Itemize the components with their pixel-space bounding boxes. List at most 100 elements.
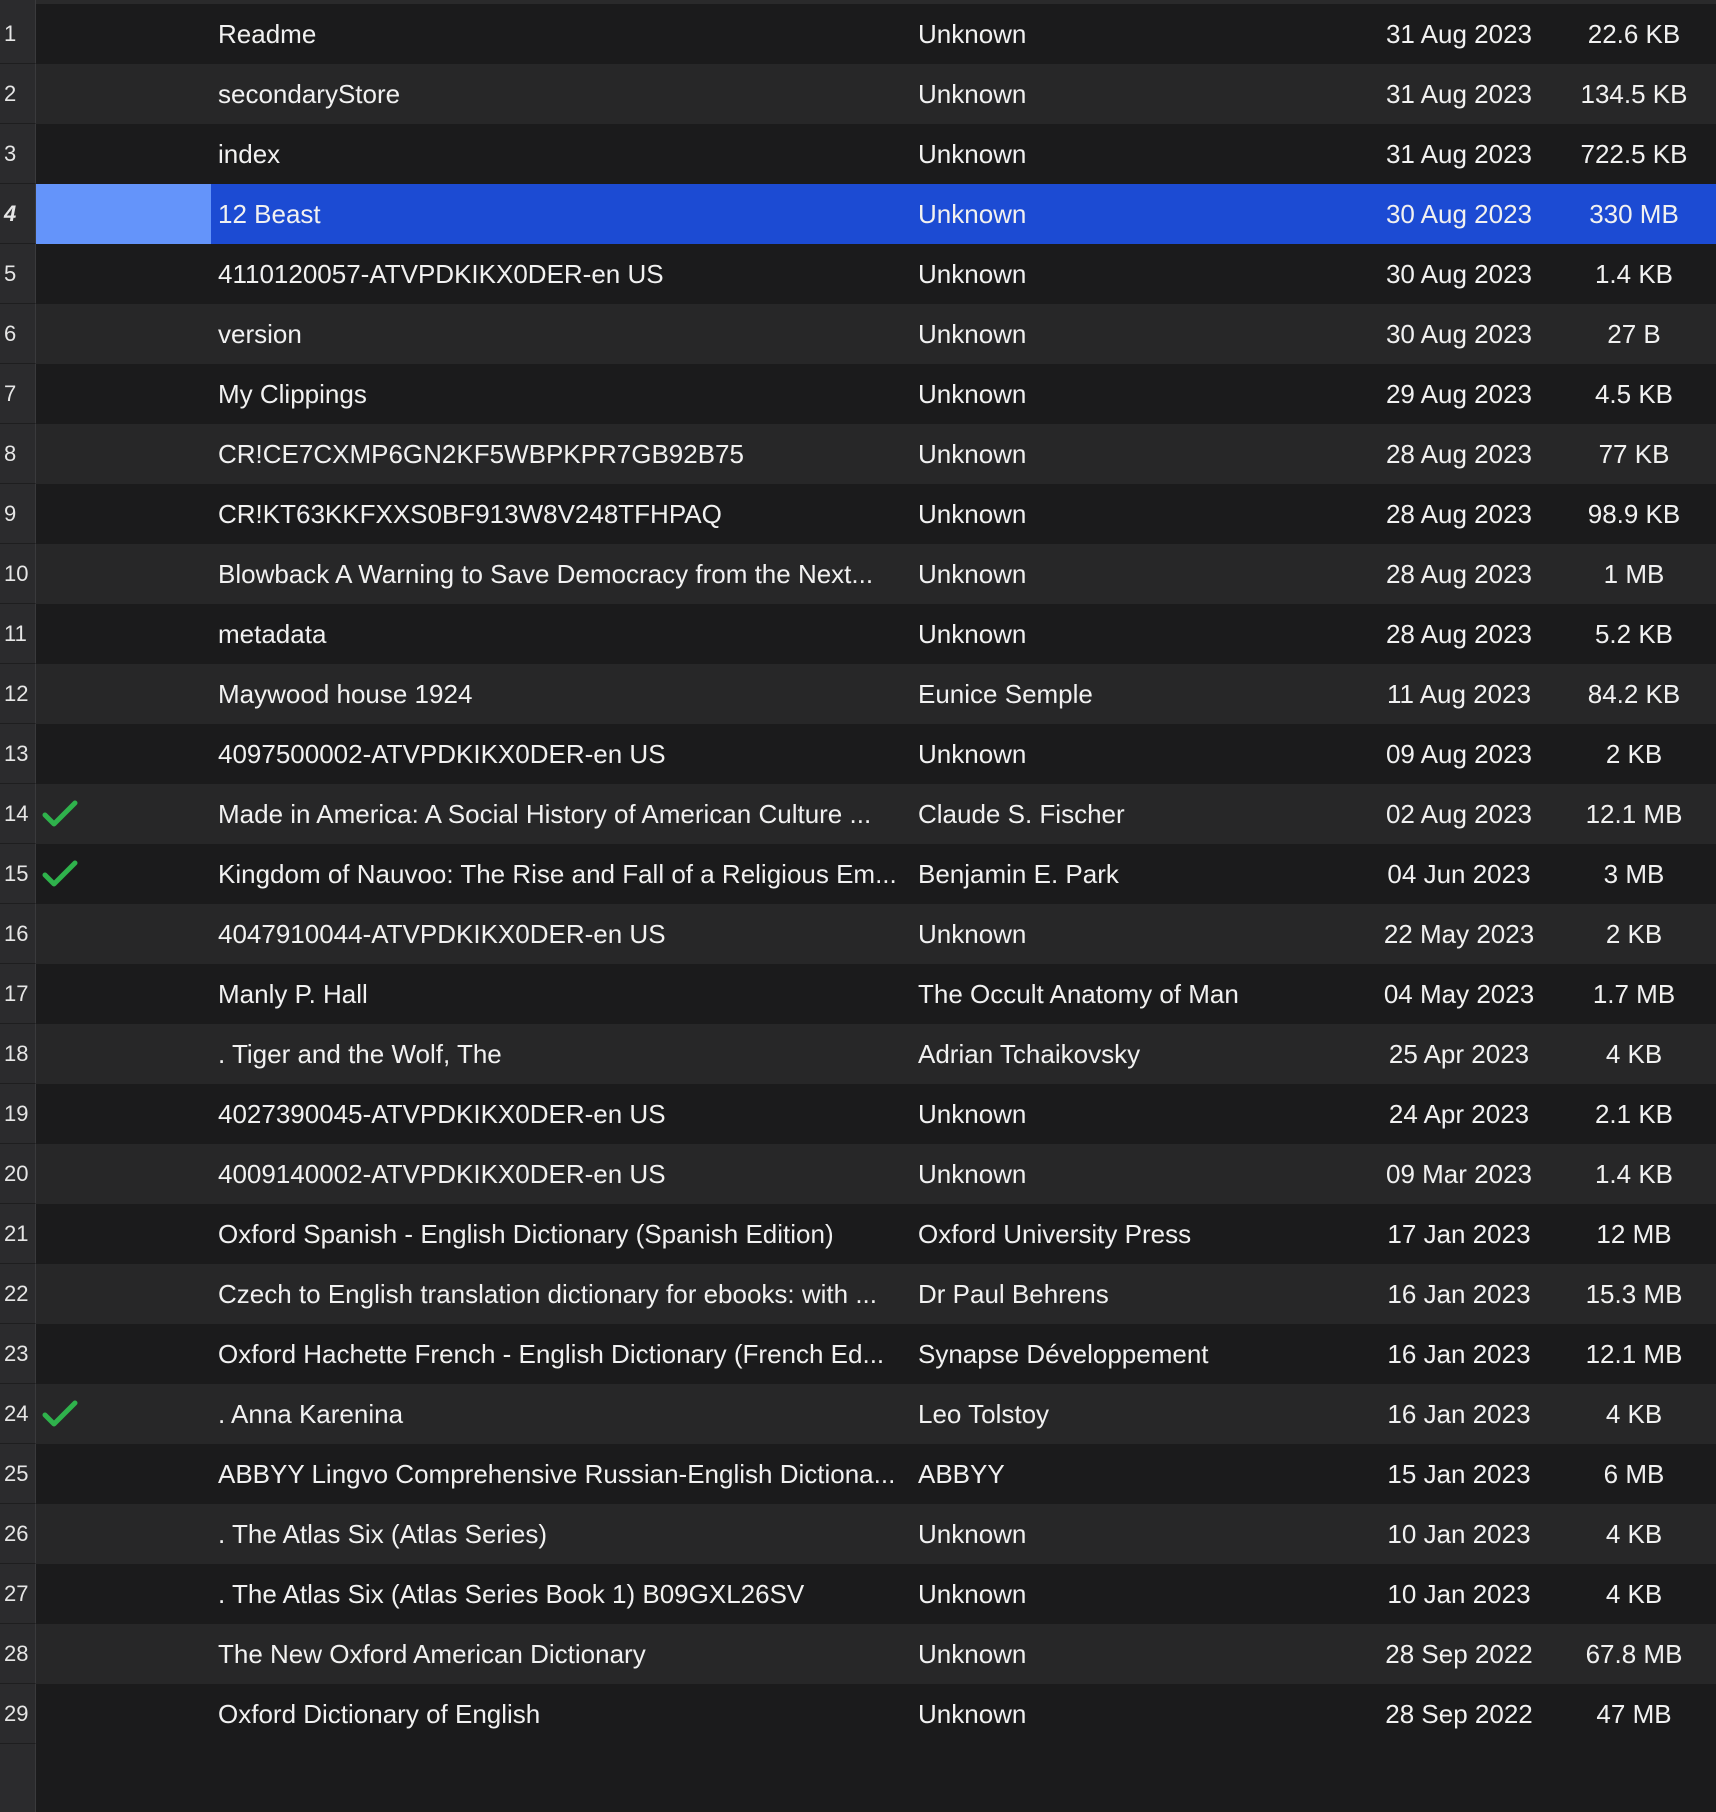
title-cell[interactable]: Oxford Hachette French - English Diction… bbox=[218, 1324, 940, 1384]
author-cell[interactable]: Unknown bbox=[918, 604, 1358, 664]
size-cell[interactable]: 1.7 MB bbox=[1560, 964, 1708, 1024]
row-cells[interactable]: Oxford Dictionary of English Unknown 28 … bbox=[36, 1684, 1716, 1744]
date-cell[interactable]: 16 Jan 2023 bbox=[1358, 1324, 1560, 1384]
date-cell[interactable]: 28 Aug 2023 bbox=[1358, 604, 1560, 664]
read-status-cell[interactable] bbox=[36, 184, 211, 244]
size-cell[interactable]: 1.4 KB bbox=[1560, 244, 1708, 304]
row-cells[interactable]: 4097500002-ATVPDKIKX0DER-en US Unknown 0… bbox=[36, 724, 1716, 784]
size-cell[interactable]: 84.2 KB bbox=[1560, 664, 1708, 724]
title-cell[interactable]: version bbox=[218, 304, 940, 364]
author-cell[interactable]: Leo Tolstoy bbox=[918, 1384, 1358, 1444]
size-cell[interactable]: 5.2 KB bbox=[1560, 604, 1708, 664]
table-row[interactable]: 7 My Clippings Unknown 29 Aug 2023 4.5 K… bbox=[0, 364, 1716, 424]
title-cell[interactable]: CR!CE7CXMP6GN2KF5WBPKPR7GB92B75 bbox=[218, 424, 940, 484]
read-status-cell[interactable] bbox=[36, 1684, 211, 1744]
author-cell[interactable]: Unknown bbox=[918, 64, 1358, 124]
author-cell[interactable]: Unknown bbox=[918, 424, 1358, 484]
size-cell[interactable]: 134.5 KB bbox=[1560, 64, 1708, 124]
title-cell[interactable]: . The Atlas Six (Atlas Series Book 1) B0… bbox=[218, 1564, 940, 1624]
table-row[interactable]: 1 Readme Unknown 31 Aug 2023 22.6 KB bbox=[0, 4, 1716, 64]
author-cell[interactable]: Unknown bbox=[918, 1144, 1358, 1204]
title-cell[interactable]: 4009140002-ATVPDKIKX0DER-en US bbox=[218, 1144, 940, 1204]
row-cells[interactable]: Made in America: A Social History of Ame… bbox=[36, 784, 1716, 844]
size-cell[interactable]: 12 MB bbox=[1560, 1204, 1708, 1264]
table-row[interactable]: 23 Oxford Hachette French - English Dict… bbox=[0, 1324, 1716, 1384]
title-cell[interactable]: Blowback A Warning to Save Democracy fro… bbox=[218, 544, 940, 604]
table-row[interactable]: 10 Blowback A Warning to Save Democracy … bbox=[0, 544, 1716, 604]
table-row[interactable]: 24 . Anna Karenina Leo Tolstoy 16 Jan 20… bbox=[0, 1384, 1716, 1444]
size-cell[interactable]: 22.6 KB bbox=[1560, 4, 1708, 64]
read-status-cell[interactable] bbox=[36, 1084, 211, 1144]
date-cell[interactable]: 24 Apr 2023 bbox=[1358, 1084, 1560, 1144]
title-cell[interactable]: Made in America: A Social History of Ame… bbox=[218, 784, 940, 844]
date-cell[interactable]: 09 Mar 2023 bbox=[1358, 1144, 1560, 1204]
table-row[interactable]: 15 Kingdom of Nauvoo: The Rise and Fall … bbox=[0, 844, 1716, 904]
row-cells[interactable]: 4009140002-ATVPDKIKX0DER-en US Unknown 0… bbox=[36, 1144, 1716, 1204]
size-cell[interactable]: 4 KB bbox=[1560, 1504, 1708, 1564]
author-cell[interactable]: Unknown bbox=[918, 1684, 1358, 1744]
row-cells[interactable]: secondaryStore Unknown 31 Aug 2023 134.5… bbox=[36, 64, 1716, 124]
read-status-cell[interactable] bbox=[36, 484, 211, 544]
author-cell[interactable]: Unknown bbox=[918, 304, 1358, 364]
table-row[interactable]: 13 4097500002-ATVPDKIKX0DER-en US Unknow… bbox=[0, 724, 1716, 784]
row-cells[interactable]: Oxford Hachette French - English Diction… bbox=[36, 1324, 1716, 1384]
row-cells[interactable]: index Unknown 31 Aug 2023 722.5 KB bbox=[36, 124, 1716, 184]
row-cells[interactable]: Maywood house 1924 Eunice Semple 11 Aug … bbox=[36, 664, 1716, 724]
table-row[interactable]: 12 Maywood house 1924 Eunice Semple 11 A… bbox=[0, 664, 1716, 724]
date-cell[interactable]: 04 May 2023 bbox=[1358, 964, 1560, 1024]
size-cell[interactable]: 67.8 MB bbox=[1560, 1624, 1708, 1684]
title-cell[interactable]: 4110120057-ATVPDKIKX0DER-en US bbox=[218, 244, 940, 304]
row-cells[interactable]: . Anna Karenina Leo Tolstoy 16 Jan 2023 … bbox=[36, 1384, 1716, 1444]
read-status-cell[interactable] bbox=[36, 1624, 211, 1684]
date-cell[interactable]: 28 Sep 2022 bbox=[1358, 1684, 1560, 1744]
read-status-cell[interactable] bbox=[36, 604, 211, 664]
author-cell[interactable]: Unknown bbox=[918, 244, 1358, 304]
table-row[interactable]: 5 4110120057-ATVPDKIKX0DER-en US Unknown… bbox=[0, 244, 1716, 304]
read-status-cell[interactable] bbox=[36, 1384, 211, 1444]
author-cell[interactable]: ABBYY bbox=[918, 1444, 1358, 1504]
table-row[interactable]: 20 4009140002-ATVPDKIKX0DER-en US Unknow… bbox=[0, 1144, 1716, 1204]
table-row[interactable]: 18 . Tiger and the Wolf, The Adrian Tcha… bbox=[0, 1024, 1716, 1084]
author-cell[interactable]: Unknown bbox=[918, 184, 1358, 244]
read-status-cell[interactable] bbox=[36, 664, 211, 724]
read-status-cell[interactable] bbox=[36, 724, 211, 784]
row-cells[interactable]: version Unknown 30 Aug 2023 27 B bbox=[36, 304, 1716, 364]
read-status-cell[interactable] bbox=[36, 544, 211, 604]
size-cell[interactable]: 1 MB bbox=[1560, 544, 1708, 604]
row-cells[interactable]: My Clippings Unknown 29 Aug 2023 4.5 KB bbox=[36, 364, 1716, 424]
row-cells[interactable]: 4047910044-ATVPDKIKX0DER-en US Unknown 2… bbox=[36, 904, 1716, 964]
size-cell[interactable]: 2 KB bbox=[1560, 904, 1708, 964]
author-cell[interactable]: Unknown bbox=[918, 1084, 1358, 1144]
title-cell[interactable]: Readme bbox=[218, 4, 940, 64]
row-cells[interactable]: The New Oxford American Dictionary Unkno… bbox=[36, 1624, 1716, 1684]
table-row[interactable]: 26 . The Atlas Six (Atlas Series) Unknow… bbox=[0, 1504, 1716, 1564]
read-status-cell[interactable] bbox=[36, 1504, 211, 1564]
date-cell[interactable]: 16 Jan 2023 bbox=[1358, 1384, 1560, 1444]
row-cells[interactable]: CR!KT63KKFXXS0BF913W8V248TFHPAQ Unknown … bbox=[36, 484, 1716, 544]
date-cell[interactable]: 04 Jun 2023 bbox=[1358, 844, 1560, 904]
author-cell[interactable]: Benjamin E. Park bbox=[918, 844, 1358, 904]
date-cell[interactable]: 15 Jan 2023 bbox=[1358, 1444, 1560, 1504]
date-cell[interactable]: 25 Apr 2023 bbox=[1358, 1024, 1560, 1084]
row-cells[interactable]: . The Atlas Six (Atlas Series) Unknown 1… bbox=[36, 1504, 1716, 1564]
date-cell[interactable]: 29 Aug 2023 bbox=[1358, 364, 1560, 424]
title-cell[interactable]: Oxford Spanish - English Dictionary (Spa… bbox=[218, 1204, 940, 1264]
read-status-cell[interactable] bbox=[36, 364, 211, 424]
read-status-cell[interactable] bbox=[36, 1024, 211, 1084]
size-cell[interactable]: 4 KB bbox=[1560, 1024, 1708, 1084]
author-cell[interactable]: Dr Paul Behrens bbox=[918, 1264, 1358, 1324]
date-cell[interactable]: 11 Aug 2023 bbox=[1358, 664, 1560, 724]
row-cells[interactable]: Kingdom of Nauvoo: The Rise and Fall of … bbox=[36, 844, 1716, 904]
read-status-cell[interactable] bbox=[36, 1204, 211, 1264]
date-cell[interactable]: 28 Aug 2023 bbox=[1358, 484, 1560, 544]
table-row[interactable]: 21 Oxford Spanish - English Dictionary (… bbox=[0, 1204, 1716, 1264]
date-cell[interactable]: 30 Aug 2023 bbox=[1358, 184, 1560, 244]
title-cell[interactable]: Maywood house 1924 bbox=[218, 664, 940, 724]
title-cell[interactable]: . Anna Karenina bbox=[218, 1384, 940, 1444]
title-cell[interactable]: Manly P. Hall bbox=[218, 964, 940, 1024]
size-cell[interactable]: 1.4 KB bbox=[1560, 1144, 1708, 1204]
table-row[interactable]: 22 Czech to English translation dictiona… bbox=[0, 1264, 1716, 1324]
title-cell[interactable]: Kingdom of Nauvoo: The Rise and Fall of … bbox=[218, 844, 940, 904]
read-status-cell[interactable] bbox=[36, 4, 211, 64]
author-cell[interactable]: Unknown bbox=[918, 124, 1358, 184]
